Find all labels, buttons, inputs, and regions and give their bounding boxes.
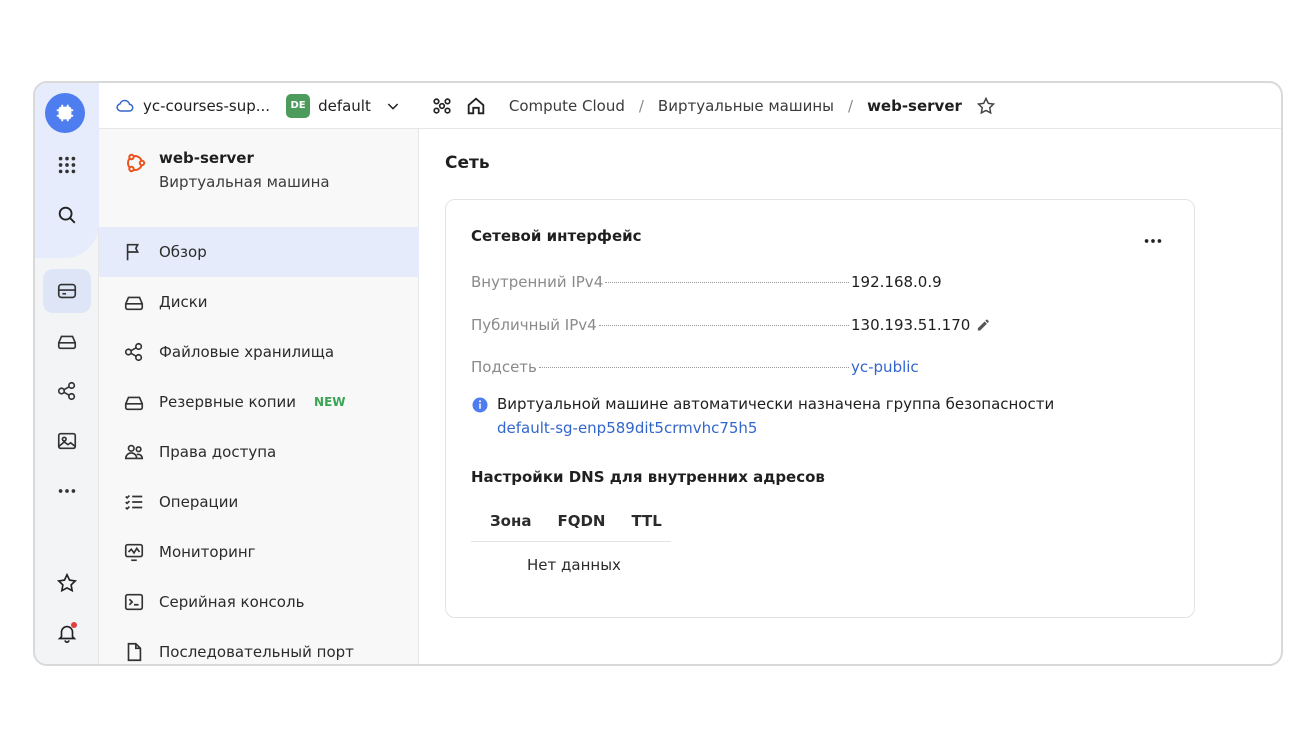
cloud-selector[interactable]: yc-courses-sup...	[115, 96, 270, 116]
star-icon[interactable]	[976, 96, 996, 116]
resource-nav: web-server Виртуальная машина Обзор Диск…	[99, 129, 419, 664]
top-bar: yc-courses-sup... DE default Compute Clo…	[99, 83, 1281, 129]
users-icon	[124, 444, 144, 460]
subnet-link[interactable]: yc-public	[851, 358, 991, 376]
security-group-info: Виртуальной машине автоматически назначе…	[471, 395, 1054, 437]
compute-cloud-logo-icon[interactable]	[45, 93, 85, 133]
breadcrumb-web-server: web-server	[867, 96, 962, 115]
internal-ipv4-row: Внутренний IPv4 192.168.0.9	[471, 273, 991, 295]
cloud-name: yc-courses-sup...	[143, 96, 271, 115]
folder-badge[interactable]: DE	[286, 93, 311, 118]
home-icon[interactable]	[465, 95, 487, 117]
flag-icon	[126, 243, 140, 261]
favorites-star-icon[interactable]	[43, 561, 91, 605]
nav-item-operations[interactable]: Операции	[99, 477, 419, 527]
nav-item-serial-port[interactable]: Последовательный порт	[99, 627, 419, 664]
public-ipv4-value: 130.193.51.170	[851, 316, 971, 334]
ubuntu-icon	[127, 153, 146, 173]
dns-table-header: Зона FQDN TTL	[471, 500, 671, 542]
nav-item-monitoring[interactable]: Мониторинг	[99, 527, 419, 577]
column-ttl: TTL	[631, 511, 662, 530]
nav-item-access-rights[interactable]: Права доступа	[99, 427, 419, 477]
services-grid-icon[interactable]	[43, 143, 91, 187]
list-check-icon	[125, 494, 143, 511]
column-fqdn: FQDN	[557, 511, 606, 530]
nav-item-disks[interactable]: Диски	[99, 277, 419, 327]
column-zone: Зона	[490, 511, 532, 530]
edit-pencil-icon[interactable]	[976, 316, 991, 334]
nodes-icon[interactable]	[431, 95, 453, 117]
main-content: Сеть Сетевой интерфейс Внутренний IPv4 1…	[419, 129, 1281, 664]
more-actions-icon[interactable]	[1142, 230, 1164, 252]
info-text: Виртуальной машине автоматически назначе…	[497, 395, 1055, 413]
folder-name[interactable]: default	[318, 97, 371, 115]
disk-icon	[124, 296, 144, 311]
vm-type: Виртуальная машина	[159, 173, 330, 191]
subnet-row: Подсеть yc-public	[471, 358, 991, 380]
breadcrumb-separator: /	[638, 96, 644, 115]
network-interface-card: Сетевой интерфейс Внутренний IPv4 192.16…	[445, 199, 1195, 618]
vm-name: web-server	[159, 149, 254, 167]
dns-settings-title: Настройки DNS для внутренних адресов	[471, 468, 825, 486]
nav-item-serial-console[interactable]: Серийная консоль	[99, 577, 419, 627]
virtual-machines-icon[interactable]	[43, 269, 91, 313]
left-rail	[35, 83, 99, 664]
notifications-bell-icon[interactable]	[43, 611, 91, 655]
nav-item-overview[interactable]: Обзор	[99, 227, 419, 277]
chevron-down-icon[interactable]	[385, 98, 401, 114]
terminal-icon	[124, 593, 144, 611]
breadcrumb-compute-cloud[interactable]: Compute Cloud	[509, 97, 625, 115]
section-title: Сеть	[445, 153, 490, 173]
new-badge: NEW	[314, 395, 346, 409]
share-nodes-icon[interactable]	[43, 369, 91, 413]
image-icon[interactable]	[43, 419, 91, 463]
backup-icon	[124, 396, 144, 411]
cloud-icon	[116, 99, 134, 112]
breadcrumb-virtual-machines[interactable]: Виртуальные машины	[658, 97, 834, 115]
empty-state-text: Нет данных	[527, 556, 621, 574]
internal-ipv4-value: 192.168.0.9	[851, 273, 942, 291]
console-window: yc-courses-sup... DE default Compute Clo…	[33, 81, 1283, 666]
search-icon[interactable]	[43, 193, 91, 237]
file-icon	[127, 642, 142, 662]
monitor-chart-icon	[124, 543, 144, 562]
public-ipv4-row: Публичный IPv4 130.193.51.170	[471, 316, 991, 338]
nav-item-file-storage[interactable]: Файловые хранилища	[99, 327, 419, 377]
card-title: Сетевой интерфейс	[471, 227, 642, 245]
share-nodes-icon	[124, 342, 143, 362]
more-services-icon[interactable]	[43, 469, 91, 513]
disk-icon[interactable]	[43, 319, 91, 363]
info-icon	[472, 397, 488, 413]
breadcrumb-separator: /	[848, 96, 854, 115]
vm-header: web-server Виртуальная машина	[123, 149, 330, 191]
nav-item-backups[interactable]: Резервные копии NEW	[99, 377, 419, 427]
notification-dot	[71, 622, 77, 628]
security-group-link[interactable]: default-sg-enp589dit5crmvhc75h5	[497, 419, 1054, 437]
